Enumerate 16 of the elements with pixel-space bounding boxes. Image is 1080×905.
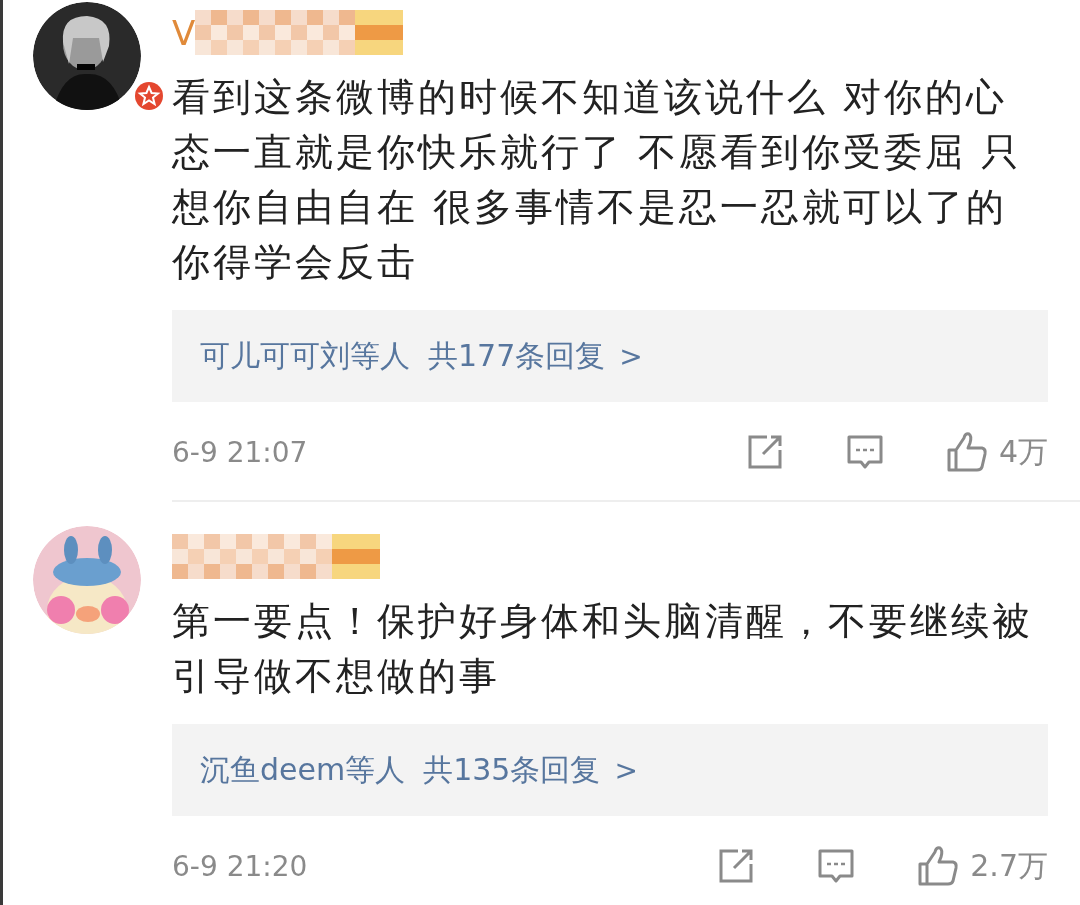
reply-count: 共135条回复 (423, 750, 601, 789)
comment-time: 6-9 21:20 (172, 849, 309, 883)
replies-panel[interactable]: 沉鱼deem等人 共135条回复 > (172, 724, 1048, 816)
chevron-icon: > (614, 753, 638, 787)
replies-panel[interactable]: 可儿可可刘等人 共177条回复 > (172, 310, 1048, 402)
reply-count: 共177条回复 (428, 336, 606, 375)
chevron-icon: > (619, 339, 643, 373)
like-count: 2.7万 (970, 846, 1048, 885)
comment-text: 看到这条微博的时候不知道该说什么 对你的心态一直就是你快乐就行了 不愿看到你受委屈 只想你自由自在 很多事情不是忍一忍就可以了的你得学会反击 (172, 74, 1024, 286)
reply-users: 可儿可可刘等人 (200, 336, 410, 375)
reply-users: 沉鱼deem等人 (200, 750, 406, 789)
comment-time: 6-9 21:07 (172, 435, 309, 469)
like-count: 4万 (998, 432, 1048, 471)
username[interactable]: V (172, 13, 196, 53)
comment-text: 第一要点！保护好身体和头脑清醒，不要继续被引导做不想做的事 (172, 598, 1034, 700)
thumbs-up-icon[interactable] (916, 844, 961, 888)
